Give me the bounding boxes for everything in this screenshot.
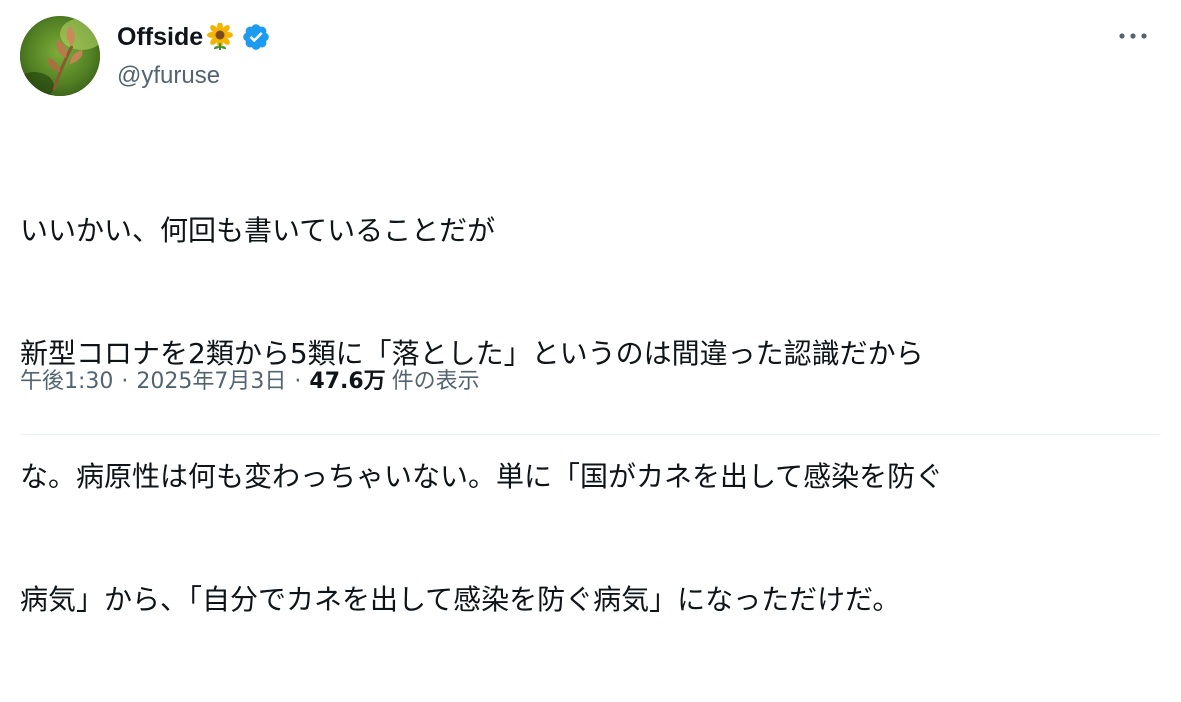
tweet-meta: 午後1:30 · 2025年7月3日 · 47.6万 件の表示 (20, 363, 480, 395)
views-label[interactable]: 件の表示 (392, 363, 480, 395)
tweet-time[interactable]: 午後1:30 (20, 363, 113, 395)
sunflower-icon (206, 22, 234, 51)
tweet-text: いいかい、何回も書いていることだが 新型コロナを2類から5類に「落とした」という… (20, 128, 1160, 702)
more-options-button[interactable] (1113, 20, 1153, 52)
user-info: Offside @yfuruse (117, 18, 271, 90)
avatar-image (20, 16, 100, 96)
meta-separator: · (294, 369, 302, 394)
divider (20, 434, 1161, 435)
views-count[interactable]: 47.6万 (309, 363, 385, 395)
display-name[interactable]: Offside (117, 23, 203, 52)
verified-badge-icon[interactable] (241, 22, 271, 52)
more-horizontal-icon (1119, 33, 1147, 39)
name-row: Offside (117, 18, 271, 56)
meta-separator: · (121, 369, 129, 394)
tweet-card: Offside @yfuruse いいかい、何回も書いていることだが 新型コロナ… (0, 0, 1181, 616)
user-handle[interactable]: @yfuruse (117, 62, 271, 90)
tweet-text-line: 病気」から、「自分でカネを出して感染を防ぐ病気」になっただけだ。 (20, 583, 901, 616)
tweet-date[interactable]: 2025年7月3日 (136, 363, 286, 395)
tweet-text-line: な。病原性は何も変わっちゃいない。単に「国がカネを出して感染を防ぐ (20, 460, 944, 493)
avatar[interactable] (20, 16, 100, 96)
tweet-text-line: いいかい、何回も書いていることだが (20, 214, 496, 247)
